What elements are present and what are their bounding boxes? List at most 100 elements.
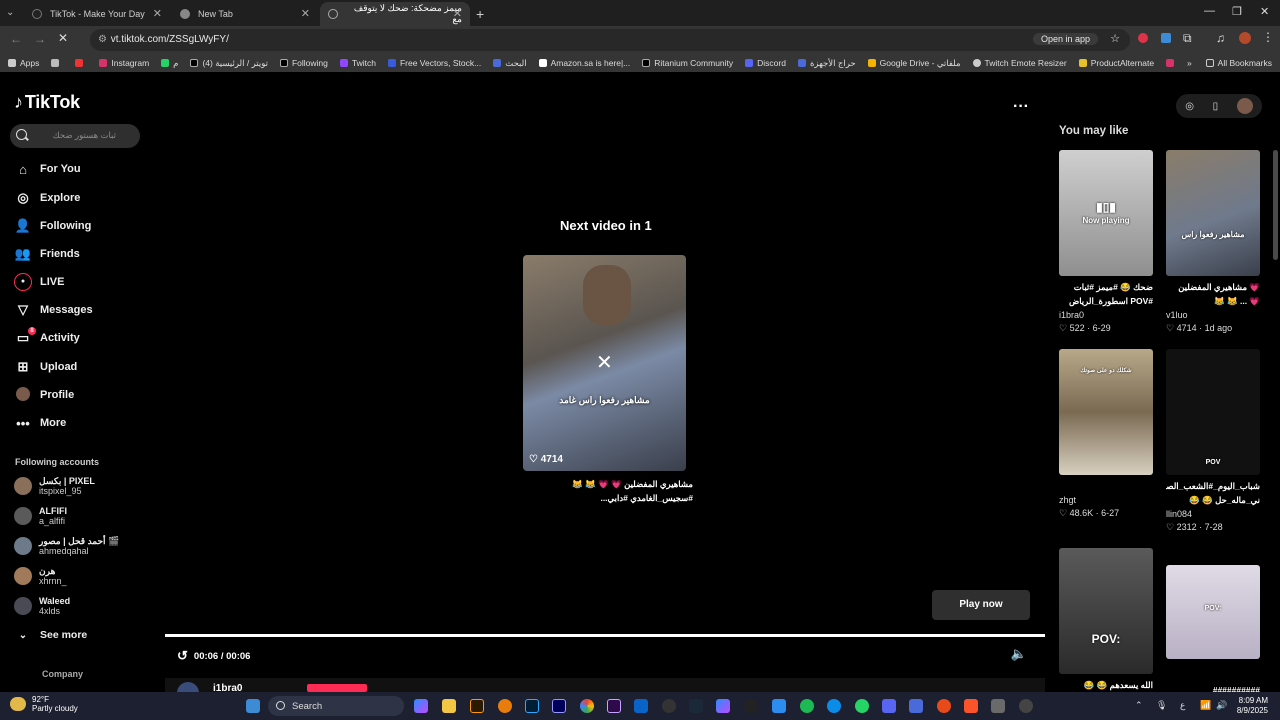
after-effects-icon[interactable] xyxy=(552,699,566,713)
app-icon[interactable] xyxy=(937,699,951,713)
back-icon[interactable]: ← xyxy=(10,32,22,46)
open-in-app-button[interactable]: Open in app xyxy=(1032,33,1098,45)
settings-gear-icon[interactable] xyxy=(1019,699,1033,713)
recommended-video-card[interactable]: شكلك دو على صوتك zhgt ♡ 48.6K · 6-27 xyxy=(1059,349,1153,519)
copilot-icon[interactable] xyxy=(716,699,730,713)
nav-for-you[interactable]: ⌂ For You xyxy=(14,158,80,180)
replay-icon[interactable]: ↺ xyxy=(177,648,188,664)
bookmark-item[interactable]: تويتر / الرئيسية (4) xyxy=(190,58,268,69)
bookmark-item[interactable] xyxy=(1166,59,1178,67)
nav-upload[interactable]: ⊞ Upload xyxy=(14,356,78,378)
extension-icon[interactable] xyxy=(1138,33,1148,43)
photoshop-icon[interactable] xyxy=(525,699,539,713)
company-link[interactable]: Company xyxy=(42,669,83,679)
tab-tiktok[interactable]: TikTok - Make Your Day ✕ xyxy=(24,2,170,26)
language-indicator[interactable]: ع xyxy=(1180,700,1185,711)
nav-friends[interactable]: 👥 Friends xyxy=(14,243,80,265)
search-input[interactable]: ثبات هستور ضحك xyxy=(10,124,140,148)
see-more-button[interactable]: ⌄ See more xyxy=(14,624,87,646)
media-control-icon[interactable]: ♫ xyxy=(1216,31,1225,45)
taskbar-clock[interactable]: 8:09 AM 8/9/2025 xyxy=(1237,696,1268,716)
compass-icon[interactable]: ◎ xyxy=(1185,101,1194,112)
following-account[interactable]: Waleed 4xlds xyxy=(14,596,70,616)
bookmark-apps[interactable]: Apps xyxy=(8,58,39,68)
bookmarks-overflow[interactable]: » xyxy=(1187,58,1192,68)
taskbar-search[interactable]: Search xyxy=(268,696,404,716)
adobe-app-icon[interactable] xyxy=(607,699,621,713)
bookmark-item[interactable]: Google Drive - ملفاتي xyxy=(867,58,961,69)
weather-widget[interactable]: 92°F Partly cloudy xyxy=(10,695,78,713)
nav-more[interactable]: ••• More xyxy=(14,412,66,434)
close-icon[interactable]: ✕ xyxy=(301,7,310,20)
tab-new-tab[interactable]: New Tab ✕ xyxy=(172,2,318,26)
bookmark-item[interactable]: Free Vectors, Stock... xyxy=(387,58,481,68)
minimize-icon[interactable]: — xyxy=(1204,5,1215,17)
bookmark-item[interactable] xyxy=(75,59,87,67)
tab-search-button[interactable]: ⌄ xyxy=(6,4,22,20)
nav-profile[interactable]: Profile xyxy=(14,384,74,406)
bookmark-item[interactable]: Following xyxy=(279,58,328,68)
more-options-icon[interactable]: ··· xyxy=(1013,98,1029,116)
speaker-icon[interactable]: 🔊 xyxy=(1216,700,1227,711)
extension-icon[interactable] xyxy=(1161,33,1171,43)
cancel-autoplay-icon[interactable]: ✕ xyxy=(596,350,613,375)
app-icon[interactable] xyxy=(991,699,1005,713)
nav-live[interactable]: ● LIVE xyxy=(14,271,64,293)
bookmark-item[interactable]: Ritanium Community xyxy=(642,58,733,68)
app-icon[interactable] xyxy=(909,699,923,713)
app-icon[interactable] xyxy=(662,699,676,713)
chevron-up-icon[interactable]: ⌃ xyxy=(1135,700,1143,711)
discord-icon[interactable] xyxy=(882,699,896,713)
bookmark-item[interactable]: Twitch Emote Resizer xyxy=(972,58,1067,68)
profile-avatar[interactable] xyxy=(1236,98,1253,114)
app-icon[interactable] xyxy=(772,699,786,713)
spotify-icon[interactable] xyxy=(800,699,814,713)
app-icon[interactable] xyxy=(744,699,758,713)
site-info-icon[interactable]: ⚙ xyxy=(98,34,108,45)
recommended-video-card[interactable]: ▮▯▮ Now playing ضحك 😂 #ميمز #ثبات #POV ا… xyxy=(1059,150,1153,334)
nav-explore[interactable]: ◎ Explore xyxy=(14,187,80,209)
scrollbar[interactable] xyxy=(1273,150,1278,260)
outlook-icon[interactable] xyxy=(634,699,648,713)
bookmark-item[interactable]: م xyxy=(161,58,178,69)
video-progress-bar[interactable] xyxy=(165,634,1045,637)
edge-icon[interactable] xyxy=(827,699,841,713)
microphone-icon[interactable]: 🎙 xyxy=(1156,700,1167,711)
play-now-button[interactable]: Play now xyxy=(932,590,1030,620)
stop-icon[interactable]: ✕ xyxy=(58,31,68,45)
following-account[interactable]: ALFIFI a_alfifi xyxy=(14,506,67,526)
extensions-puzzle-icon[interactable]: ⧉ xyxy=(1183,31,1192,46)
recommended-video-card[interactable]: POV شباب_اليوم_#الشعب_الصيـ ني_ماله_حل 😂… xyxy=(1166,349,1260,533)
blender-icon[interactable] xyxy=(498,699,512,713)
nav-messages[interactable]: ▽ Messages xyxy=(14,299,93,321)
bookmark-item[interactable]: Discord xyxy=(745,58,786,68)
tiktok-logo[interactable]: ♪ TikTok xyxy=(14,92,80,113)
volume-icon[interactable]: 🔈 xyxy=(1011,646,1027,662)
tab-active[interactable]: ميمز مضحكة: ضحك لا يتوقف مع ✕ xyxy=(320,2,470,26)
follow-button[interactable] xyxy=(307,684,367,692)
menu-dots-icon[interactable]: ⋮ xyxy=(1262,30,1274,44)
window-close-icon[interactable]: ✕ xyxy=(1260,5,1269,18)
nav-activity[interactable]: ▭ 8 Activity xyxy=(14,327,80,349)
profile-avatar-icon[interactable] xyxy=(1239,32,1251,44)
following-account[interactable]: أحمد قحل | مصور 🎬 ahmedqahal xyxy=(14,536,119,556)
next-video-thumbnail[interactable]: ✕ مشاهير رفعوا راس غامد ♡ 4714 xyxy=(523,255,686,471)
device-icon[interactable]: ▯ xyxy=(1213,101,1219,112)
file-explorer-icon[interactable] xyxy=(442,699,456,713)
maximize-icon[interactable]: ❐ xyxy=(1232,5,1242,18)
whatsapp-icon[interactable] xyxy=(855,699,869,713)
new-tab-button[interactable]: + xyxy=(472,2,492,26)
steam-icon[interactable] xyxy=(689,699,703,713)
bookmark-item[interactable]: ProductAlternate xyxy=(1078,58,1154,68)
following-account[interactable]: بكسل | PIXEL itspixel_95 xyxy=(14,476,95,496)
wifi-icon[interactable]: 📶 xyxy=(1200,700,1211,711)
following-account[interactable]: هرن xhrnn_ xyxy=(14,566,67,586)
forward-icon[interactable]: → xyxy=(34,32,46,46)
recommended-video-card[interactable]: POV: الله يسعدهم 😂 😂 xyxy=(1059,548,1153,692)
bookmark-item[interactable] xyxy=(51,59,63,67)
bookmark-item[interactable]: البحث xyxy=(493,58,527,69)
bookmark-item[interactable]: Amazon.sa is here|... xyxy=(538,58,630,68)
bookmark-item[interactable]: Twitch xyxy=(339,58,376,68)
all-bookmarks[interactable]: All Bookmarks xyxy=(1205,58,1272,68)
bookmark-star-icon[interactable]: ☆ xyxy=(1110,32,1120,45)
